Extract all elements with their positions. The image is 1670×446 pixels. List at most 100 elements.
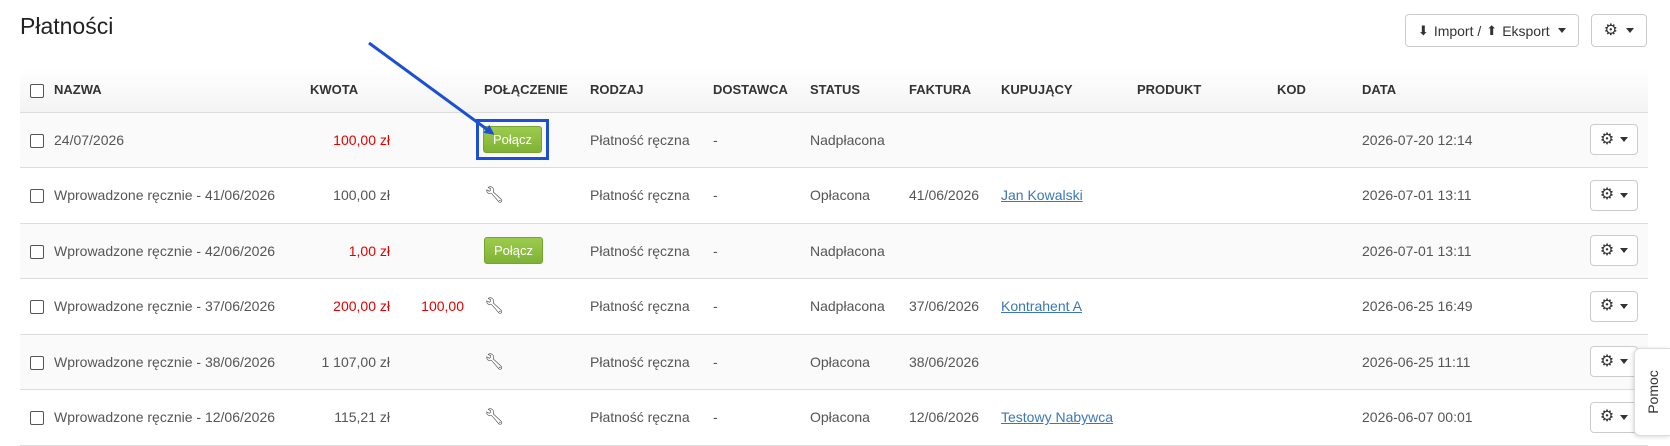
cell-date: 2026-06-25 11:11 [1362, 353, 1471, 370]
buyer-link[interactable]: Testowy Nabywca [1001, 409, 1113, 425]
header-name-label: NAZWA [54, 81, 102, 97]
cell-actions: ⚙ [1488, 112, 1648, 168]
cell-buyer: Jan Kowalski [991, 168, 1127, 224]
cell-name: Wprowadzone ręcznie - 12/06/2026 [20, 390, 300, 446]
cell-type: Płatność ręczna [590, 242, 690, 259]
wrench-icon[interactable]: 🔧︎ [484, 298, 504, 315]
cell-connection: 🔧︎ [474, 390, 580, 446]
cell-date: 2026-06-07 00:01 [1362, 409, 1473, 426]
cell-amount: 1 107,00 zł [321, 353, 391, 370]
buyer-link[interactable]: Kontrahent A [1001, 298, 1082, 314]
cell-invoice: 37/06/2026 [909, 298, 980, 315]
import-export-button[interactable]: ⬇︎ Import / ⬆︎ Eksport [1404, 14, 1579, 47]
caret-down-icon [1620, 359, 1629, 365]
payment-name: Wprowadzone ręcznie - 12/06/2026 [54, 409, 276, 426]
cell-name: 24/07/2026 [20, 112, 300, 168]
wrench-icon[interactable]: 🔧︎ [484, 187, 504, 204]
row-checkbox[interactable] [30, 300, 44, 315]
row-settings-button[interactable]: ⚙ [1590, 235, 1638, 267]
payment-name: Wprowadzone ręcznie - 41/06/2026 [54, 187, 276, 204]
cell-supplier: - [713, 298, 718, 315]
circle-arrow-down-icon: ⬇︎ [1417, 22, 1429, 38]
cell-buyer [991, 334, 1127, 390]
top-actions: ⬇︎ Import / ⬆︎ Eksport ⚙ [1404, 14, 1647, 47]
gear-icon: ⚙ [1599, 130, 1615, 148]
cell-buyer: Kontrahent A [991, 279, 1127, 335]
cell-code [1267, 334, 1352, 390]
table-row[interactable]: Wprowadzone ręcznie - 42/06/2026 1,00 zł… [20, 223, 1648, 279]
page-title: Płatności [20, 13, 114, 39]
cell-date: 2026-06-25 16:49 [1362, 298, 1473, 315]
header-buyer[interactable]: KUPUJĄCY [991, 68, 1127, 113]
row-checkbox[interactable] [30, 411, 44, 426]
connect-button[interactable]: Połącz [483, 126, 543, 154]
cell-actions: ⚙ [1488, 334, 1648, 390]
header-type[interactable]: RODZAJ [580, 68, 703, 113]
row-settings-button[interactable]: ⚙ [1590, 290, 1638, 322]
header-amount[interactable]: KWOTA [300, 68, 400, 113]
wrench-icon[interactable]: 🔧︎ [484, 354, 504, 371]
table-row[interactable]: Wprowadzone ręcznie - 12/06/2026 115,21 … [20, 389, 1648, 446]
cell-supplier: - [713, 242, 718, 259]
row-settings-button[interactable]: ⚙ [1590, 401, 1638, 433]
cell-status: Opłacona [810, 353, 870, 370]
row-settings-button[interactable]: ⚙ [1590, 124, 1638, 156]
select-all-checkbox[interactable] [30, 83, 44, 98]
cell-amount: 100,00 zł [333, 187, 390, 204]
cell-status: Nadpłacona [810, 131, 885, 148]
header-connection[interactable]: POŁĄCZENIE [474, 68, 580, 113]
cell-supplier: - [713, 409, 718, 426]
cell-type: Płatność ręczna [590, 298, 690, 315]
gear-icon: ⚙ [1599, 241, 1615, 259]
cell-code [1267, 168, 1352, 224]
cell-invoice [899, 223, 991, 279]
cell-actions: ⚙ [1488, 223, 1648, 279]
cell-type: Płatność ręczna [590, 353, 690, 370]
header-supplier[interactable]: DOSTAWCA [703, 68, 800, 113]
cell-date: 2026-07-01 13:11 [1362, 187, 1472, 204]
cell-connection: 🔧︎ [474, 334, 580, 390]
cell-status: Nadpłacona [810, 242, 885, 259]
header-code[interactable]: KOD [1267, 68, 1352, 113]
cell-code [1267, 390, 1352, 446]
row-checkbox[interactable] [30, 355, 44, 370]
header-invoice[interactable]: FAKTURA [899, 68, 991, 113]
header-date[interactable]: DATA [1352, 68, 1488, 113]
cell-supplier: - [713, 131, 718, 148]
cell-product [1127, 279, 1267, 335]
gear-icon: ⚙ [1599, 297, 1615, 315]
cell-code [1267, 279, 1352, 335]
payment-name: Wprowadzone ręcznie - 38/06/2026 [54, 353, 276, 370]
cell-amount: 200,00 zł [333, 298, 390, 315]
cell-name: Wprowadzone ręcznie - 38/06/2026 [20, 334, 300, 390]
cell-product [1127, 334, 1267, 390]
table-row[interactable]: 24/07/2026 100,00 zł Połącz Płatność ręc… [20, 112, 1648, 168]
export-label: Eksport [1502, 22, 1550, 39]
table-row[interactable]: Wprowadzone ręcznie - 41/06/2026 100,00 … [20, 167, 1648, 224]
cell-connection: Połącz [474, 112, 580, 168]
payment-name: Wprowadzone ręcznie - 42/06/2026 [54, 242, 276, 259]
cell-extra-amount: 100,00 [421, 298, 464, 315]
caret-down-icon [1626, 28, 1634, 33]
table-row[interactable]: Wprowadzone ręcznie - 37/06/2026 200,00 … [20, 278, 1648, 335]
cell-buyer [991, 223, 1127, 279]
header-status[interactable]: STATUS [800, 68, 899, 113]
header-product[interactable]: PRODUKT [1127, 68, 1267, 113]
row-settings-button[interactable]: ⚙ [1590, 179, 1638, 211]
help-tab[interactable]: Pomoc [1634, 348, 1670, 436]
header-name[interactable]: NAZWA [20, 68, 300, 113]
connect-button[interactable]: Połącz [484, 237, 544, 265]
cell-status: Opłacona [810, 187, 870, 204]
row-checkbox[interactable] [30, 244, 44, 259]
wrench-icon[interactable]: 🔧︎ [484, 409, 504, 426]
caret-down-icon [1620, 303, 1629, 309]
settings-button[interactable]: ⚙ [1590, 14, 1647, 47]
cell-invoice: 38/06/2026 [909, 353, 980, 370]
row-settings-button[interactable]: ⚙ [1590, 346, 1638, 378]
row-checkbox[interactable] [30, 189, 44, 204]
cell-extra-amount [400, 168, 474, 224]
annotation-highlight-box: Połącz [476, 119, 550, 161]
row-checkbox[interactable] [30, 133, 44, 148]
table-row[interactable]: Wprowadzone ręcznie - 38/06/2026 1 107,0… [20, 334, 1648, 390]
buyer-link[interactable]: Jan Kowalski [1001, 187, 1083, 203]
